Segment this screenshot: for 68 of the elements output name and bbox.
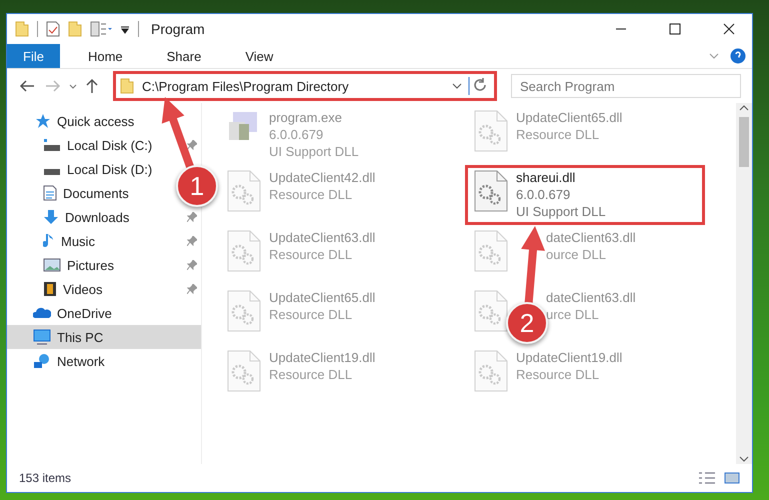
search-field[interactable]: Search Program (511, 74, 741, 98)
file-name: dateClient63.dll (546, 290, 636, 305)
folder-icon (68, 21, 82, 37)
file-name: UpdateClient19.dll (269, 350, 376, 365)
file-detail: 6.0.0.679 (269, 127, 324, 142)
sidebar-item[interactable]: Downloads (7, 205, 201, 229)
sidebar-item[interactable]: Music (7, 229, 201, 253)
file-detail: Resource DLL (516, 127, 600, 142)
sidebar-item[interactable]: OneDrive (7, 301, 201, 325)
details-view-icon[interactable] (698, 471, 716, 485)
scrollbar[interactable] (736, 103, 752, 464)
file-name: UpdateClient65.dll (516, 110, 622, 125)
chevron-down-icon[interactable] (69, 84, 77, 88)
file-detail: ource DLL (546, 247, 607, 262)
file-detail: urce DLL (546, 307, 600, 322)
ribbon-tab[interactable]: View (231, 44, 288, 68)
file-detail: Resource DLL (269, 247, 354, 262)
scrollbar-thumb[interactable] (739, 117, 749, 167)
address-bar[interactable]: C:\Program Files\Program Directory (113, 71, 497, 101)
folder-icon (15, 21, 29, 37)
ribbon-tab[interactable]: Home (74, 44, 137, 68)
sidebar-item[interactable]: Videos (7, 277, 201, 301)
file-name: dateClient63.dll (546, 230, 636, 245)
file-name: UpdateClient19.dll (516, 350, 622, 365)
file-name: UpdateClient42.dll (269, 170, 376, 185)
file-detail: Resource DLL (516, 367, 600, 382)
sidebar-item[interactable]: Documents (7, 181, 129, 205)
music-note-icon (43, 233, 55, 249)
file-name: UpdateClient63.dll (269, 230, 376, 245)
file-detail: UI Support DLL (269, 144, 359, 159)
document-icon (43, 185, 57, 201)
folder-icon (120, 78, 134, 94)
window-title: Program (151, 21, 206, 37)
file-detail: Resource DLL (269, 307, 354, 322)
film-icon (43, 281, 57, 297)
ribbon-tab[interactable]: Share (152, 44, 216, 68)
item-count: 153 items (19, 471, 72, 485)
file-detail: 6.0.0.679 (516, 187, 572, 202)
file-name: shareui.dll (516, 170, 576, 185)
checklist-icon (46, 21, 60, 37)
download-icon (43, 209, 59, 225)
monitor-icon (33, 329, 51, 345)
properties-icon (90, 21, 112, 37)
scroll-down-icon[interactable] (739, 454, 749, 464)
dropdown-icon[interactable] (120, 24, 130, 34)
ribbon-tab[interactable]: File (7, 44, 60, 68)
sidebar-item[interactable]: This PC (7, 325, 201, 349)
sidebar-item[interactable]: Network (7, 349, 201, 373)
sidebar-item[interactable]: Local Disk (D:) (7, 157, 152, 181)
star-icon (35, 113, 51, 129)
file-detail: Resource DLL (269, 187, 354, 202)
network-icon (33, 353, 51, 369)
file-detail: UI Support DLL (516, 204, 606, 219)
sidebar-item[interactable]: Local Disk (C:) (7, 133, 201, 157)
file-name: program.exe (269, 110, 343, 125)
scroll-up-icon[interactable] (739, 103, 749, 113)
maximize-icon (669, 23, 681, 35)
drive-icon (43, 138, 61, 152)
drive-icon (43, 168, 61, 176)
large-icons-view-icon[interactable] (724, 471, 740, 485)
close-icon (723, 23, 735, 35)
file-detail: Resource DLL (269, 367, 354, 382)
sidebar-item[interactable]: Quick access (7, 109, 201, 133)
cloud-icon (33, 307, 51, 319)
file-name: UpdateClient65.dll (269, 290, 376, 305)
picture-icon (43, 258, 61, 272)
chevron-down-icon[interactable] (452, 81, 462, 91)
sidebar-item[interactable]: Pictures (7, 253, 201, 277)
